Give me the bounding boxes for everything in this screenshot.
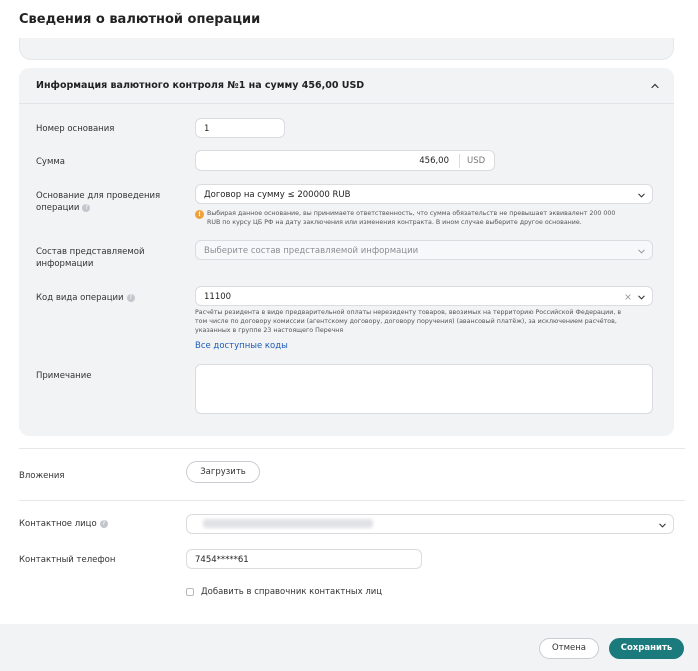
basis-label: Основание для проведения операции? bbox=[36, 190, 160, 214]
base-number-value: 1 bbox=[204, 124, 210, 134]
warning-icon: ! bbox=[195, 210, 204, 219]
basis-value: Договор на сумму ≤ 200000 RUB bbox=[204, 190, 351, 200]
chevron-down-icon bbox=[659, 523, 666, 528]
cancel-button[interactable]: Отмена bbox=[539, 638, 599, 659]
currency-control-card: Информация валютного контроля №1 на сумм… bbox=[19, 68, 674, 436]
all-codes-link[interactable]: Все доступные коды bbox=[195, 341, 288, 351]
basis-label-line2: операции bbox=[36, 203, 80, 213]
composition-label-line2: информации bbox=[36, 259, 94, 269]
op-code-label-text: Код вида операции bbox=[36, 293, 124, 303]
chevron-down-icon bbox=[638, 193, 645, 198]
contact-phone-value: 7454*****61 bbox=[195, 555, 249, 565]
hint-icon[interactable]: ? bbox=[99, 519, 108, 528]
hint-icon[interactable]: ? bbox=[126, 293, 135, 302]
contact-person-redacted bbox=[203, 519, 373, 528]
card-header[interactable]: Информация валютного контроля №1 на сумм… bbox=[19, 68, 674, 104]
divider bbox=[19, 448, 685, 449]
card-title: Информация валютного контроля №1 на сумм… bbox=[36, 80, 365, 91]
op-code-desc-line2: том числе по договору комиссии (агентско… bbox=[195, 318, 617, 325]
chevron-down-icon bbox=[638, 249, 645, 254]
hint-icon[interactable]: ? bbox=[82, 203, 91, 212]
basis-warning-line1: Выбирая данное основание, вы принимаете … bbox=[207, 210, 616, 217]
contact-person-label: Контактное лицо? bbox=[19, 519, 108, 529]
basis-select[interactable]: Договор на сумму ≤ 200000 RUB bbox=[195, 184, 653, 204]
footer-bar: Отмена Сохранить bbox=[0, 624, 698, 671]
op-code-select[interactable]: 11100 bbox=[195, 286, 653, 306]
contact-phone-label: Контактный телефон bbox=[19, 555, 116, 565]
op-code-label: Код вида операции? bbox=[36, 292, 135, 304]
clear-icon[interactable] bbox=[624, 293, 632, 301]
basis-warning-line2: RUB по курсу ЦБ РФ на дату заключения ил… bbox=[207, 219, 582, 226]
divider bbox=[19, 500, 685, 501]
chevron-up-icon[interactable] bbox=[649, 80, 661, 92]
amount-label: Сумма bbox=[36, 157, 65, 167]
save-button[interactable]: Сохранить bbox=[609, 638, 684, 659]
amount-currency: USD bbox=[467, 156, 486, 166]
op-code-desc-line3: указанных в группе 23 настоящего Перечня bbox=[195, 327, 344, 334]
basis-label-line1: Основание для проведения bbox=[36, 191, 161, 201]
page-title: Сведения о валютной операции bbox=[19, 12, 261, 27]
composition-label: Состав представляемой информации bbox=[36, 246, 145, 270]
base-number-label: Номер основания bbox=[36, 124, 115, 134]
upload-button[interactable]: Загрузить bbox=[186, 461, 260, 483]
composition-select[interactable]: Выберите состав представляемой информаци… bbox=[195, 240, 653, 260]
currency-divider bbox=[459, 154, 460, 168]
op-code-desc-line1: Расчёты резидента в виде предварительной… bbox=[195, 309, 622, 316]
base-number-input[interactable]: 1 bbox=[195, 118, 285, 138]
attachments-label: Вложения bbox=[19, 471, 65, 481]
note-label: Примечание bbox=[36, 371, 92, 381]
op-code-value: 11100 bbox=[204, 292, 232, 302]
amount-value: 456,00 bbox=[419, 156, 449, 166]
previous-section-panel bbox=[19, 38, 674, 60]
add-to-directory-label[interactable]: Добавить в справочник контактных лиц bbox=[201, 587, 382, 597]
amount-input[interactable]: 456,00 USD bbox=[195, 150, 495, 171]
add-to-directory-checkbox[interactable] bbox=[186, 588, 194, 596]
contact-person-select[interactable] bbox=[186, 514, 674, 534]
contact-person-label-text: Контактное лицо bbox=[19, 519, 97, 529]
composition-placeholder: Выберите состав представляемой информаци… bbox=[204, 246, 419, 256]
contact-phone-input[interactable]: 7454*****61 bbox=[186, 549, 422, 569]
note-textarea[interactable] bbox=[195, 364, 653, 414]
composition-label-line1: Состав представляемой bbox=[36, 247, 145, 257]
chevron-down-icon bbox=[638, 295, 645, 300]
